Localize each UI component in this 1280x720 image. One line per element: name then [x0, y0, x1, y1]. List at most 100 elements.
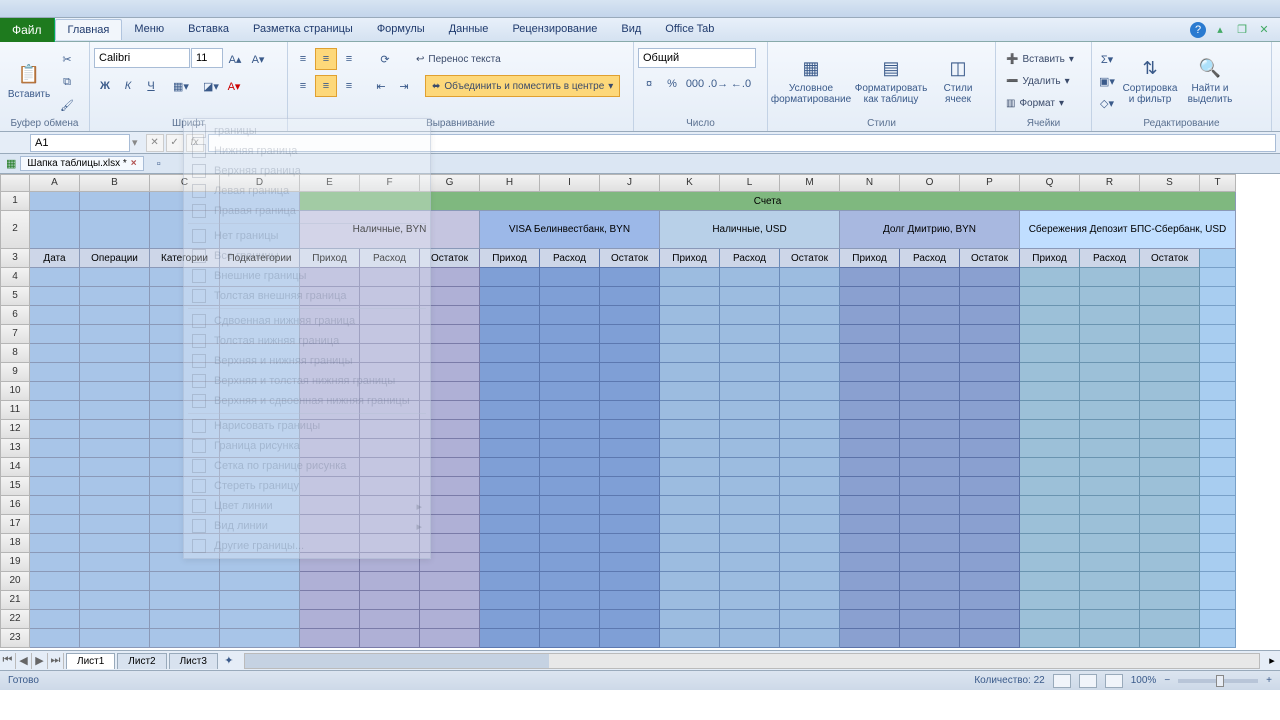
ribbon-tab-7[interactable]: Вид — [609, 19, 653, 40]
cell[interactable] — [80, 477, 150, 496]
cell[interactable] — [960, 325, 1020, 344]
menu-item[interactable]: Сетка по границе рисунка — [184, 456, 430, 476]
cell[interactable] — [1080, 591, 1140, 610]
cell[interactable] — [30, 268, 80, 287]
cell[interactable] — [540, 268, 600, 287]
cell[interactable] — [30, 420, 80, 439]
cell[interactable] — [900, 496, 960, 515]
cell[interactable] — [720, 496, 780, 515]
cell[interactable] — [720, 458, 780, 477]
cell[interactable] — [1200, 496, 1236, 515]
menu-item[interactable]: Правая граница — [184, 201, 430, 221]
cell[interactable] — [900, 439, 960, 458]
cell[interactable] — [900, 553, 960, 572]
close-doc-icon[interactable]: × — [131, 158, 137, 169]
cell[interactable] — [1140, 344, 1200, 363]
menu-item[interactable]: Стереть границу — [184, 476, 430, 496]
row-header[interactable]: 5 — [0, 287, 30, 306]
cell[interactable] — [660, 477, 720, 496]
cell[interactable] — [600, 534, 660, 553]
menu-item[interactable]: Цвет линии▸ — [184, 496, 430, 516]
number-format-combo[interactable]: Общий — [638, 48, 756, 68]
cell[interactable] — [600, 572, 660, 591]
cell[interactable] — [720, 382, 780, 401]
cell[interactable] — [540, 439, 600, 458]
cell[interactable] — [1080, 477, 1140, 496]
cell[interactable] — [420, 591, 480, 610]
cell[interactable] — [960, 629, 1020, 648]
cell[interactable] — [720, 534, 780, 553]
borders-dropdown-menu[interactable]: границыНижняя границаВерхняя границаЛева… — [183, 118, 431, 559]
cell[interactable] — [1140, 382, 1200, 401]
cell[interactable] — [30, 363, 80, 382]
cell[interactable] — [1080, 439, 1140, 458]
column-header[interactable]: J — [600, 174, 660, 192]
cell[interactable] — [1020, 477, 1080, 496]
cell[interactable] — [1020, 382, 1080, 401]
minimize-ribbon-icon[interactable]: ▴ — [1212, 22, 1228, 38]
ribbon-tab-8[interactable]: Office Tab — [653, 19, 726, 40]
cell[interactable] — [840, 325, 900, 344]
cell[interactable] — [30, 553, 80, 572]
cell[interactable] — [840, 515, 900, 534]
cell[interactable] — [540, 610, 600, 629]
cell[interactable] — [960, 363, 1020, 382]
cell[interactable] — [1140, 610, 1200, 629]
row-header[interactable]: 9 — [0, 363, 30, 382]
row-header[interactable]: 18 — [0, 534, 30, 553]
cell[interactable] — [480, 534, 540, 553]
cell[interactable] — [720, 420, 780, 439]
cut-icon[interactable]: ✂ — [56, 48, 78, 70]
cell[interactable] — [540, 363, 600, 382]
cell[interactable] — [840, 344, 900, 363]
cell[interactable]: Остаток — [960, 249, 1020, 268]
cell[interactable] — [480, 458, 540, 477]
cell[interactable] — [780, 553, 840, 572]
cell[interactable] — [720, 477, 780, 496]
cell[interactable] — [480, 515, 540, 534]
cell[interactable] — [540, 591, 600, 610]
cell[interactable] — [960, 382, 1020, 401]
cell[interactable] — [660, 572, 720, 591]
cell[interactable] — [360, 610, 420, 629]
cell[interactable] — [720, 572, 780, 591]
column-header[interactable]: P — [960, 174, 1020, 192]
cell[interactable] — [600, 344, 660, 363]
wrap-text-button[interactable]: ↩ Перенос текста — [410, 48, 507, 70]
ribbon-tab-5[interactable]: Данные — [437, 19, 501, 40]
cell[interactable] — [1080, 287, 1140, 306]
cell[interactable] — [840, 591, 900, 610]
cell[interactable] — [1200, 534, 1236, 553]
cell[interactable] — [360, 629, 420, 648]
cell[interactable] — [600, 363, 660, 382]
cell[interactable] — [1080, 496, 1140, 515]
cell[interactable] — [660, 344, 720, 363]
cell[interactable]: Расход — [720, 249, 780, 268]
ribbon-tab-1[interactable]: Меню — [122, 19, 176, 40]
cell[interactable] — [600, 325, 660, 344]
cell[interactable] — [540, 344, 600, 363]
cell[interactable] — [30, 610, 80, 629]
cell[interactable]: Расход — [1080, 249, 1140, 268]
font-color-button[interactable]: A▾ — [223, 75, 245, 97]
cell[interactable] — [900, 420, 960, 439]
cell[interactable] — [1020, 344, 1080, 363]
row-header[interactable]: 3 — [0, 249, 30, 268]
cell[interactable] — [600, 287, 660, 306]
cell[interactable] — [220, 572, 300, 591]
cell[interactable] — [300, 591, 360, 610]
delete-cells-button[interactable]: ➖Удалить▾ — [1000, 70, 1076, 92]
cell[interactable] — [1200, 249, 1236, 268]
cell[interactable] — [30, 458, 80, 477]
cell[interactable] — [1080, 325, 1140, 344]
cell[interactable] — [80, 287, 150, 306]
cell[interactable] — [480, 439, 540, 458]
cell[interactable] — [80, 496, 150, 515]
cell[interactable] — [960, 420, 1020, 439]
menu-item[interactable]: Сдвоенная нижняя граница — [184, 311, 430, 331]
cell[interactable]: Расход — [900, 249, 960, 268]
cell[interactable] — [30, 515, 80, 534]
cell[interactable]: Операции — [80, 249, 150, 268]
cell[interactable] — [1020, 363, 1080, 382]
cell[interactable] — [840, 306, 900, 325]
